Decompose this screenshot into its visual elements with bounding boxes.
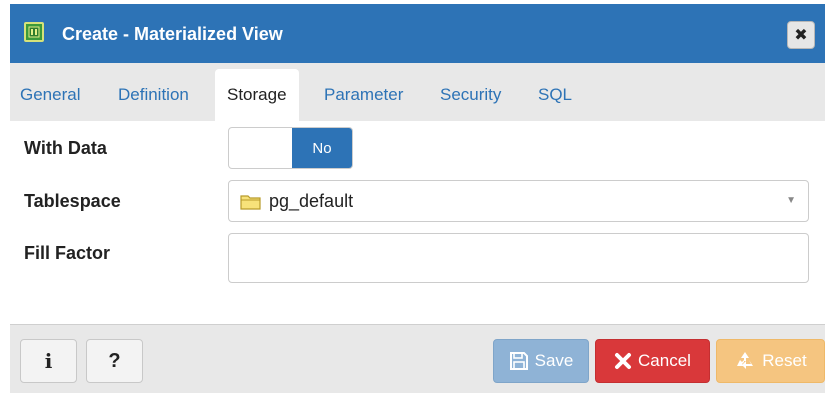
dialog-titlebar: Create - Materialized View ✖ bbox=[10, 4, 825, 63]
tab-definition[interactable]: Definition bbox=[118, 69, 189, 121]
storage-form: With Data No Tablespace pg_default ▼ Fil… bbox=[10, 121, 825, 324]
info-icon: i bbox=[44, 349, 53, 373]
recycle-icon bbox=[734, 350, 756, 372]
fill-factor-input[interactable] bbox=[228, 233, 809, 283]
with-data-toggle[interactable]: No bbox=[228, 127, 353, 169]
chevron-down-icon: ▼ bbox=[786, 195, 796, 206]
tab-bar: General Definition Storage Parameter Sec… bbox=[10, 63, 825, 121]
save-label: Save bbox=[534, 351, 574, 370]
with-data-toggle-value: No bbox=[292, 128, 352, 168]
tablespace-select[interactable]: pg_default ▼ bbox=[228, 180, 809, 222]
with-data-label: With Data bbox=[24, 138, 107, 158]
tab-general[interactable]: General bbox=[20, 69, 80, 121]
help-button[interactable]: ? bbox=[86, 339, 143, 383]
folder-icon bbox=[240, 193, 262, 211]
save-button[interactable]: Save bbox=[493, 339, 589, 383]
close-icon: ✖ bbox=[794, 27, 808, 44]
cancel-button[interactable]: Cancel bbox=[595, 339, 710, 383]
fill-factor-label: Fill Factor bbox=[24, 243, 111, 263]
tablespace-label: Tablespace bbox=[24, 191, 121, 211]
floppy-disk-icon bbox=[509, 351, 529, 371]
tab-sql[interactable]: SQL bbox=[538, 69, 572, 121]
tab-security[interactable]: Security bbox=[440, 69, 501, 121]
help-icon: ? bbox=[108, 349, 121, 372]
create-materialized-view-dialog: Create - Materialized View ✖ General Def… bbox=[10, 4, 825, 393]
tab-storage[interactable]: Storage bbox=[215, 69, 299, 121]
x-icon bbox=[614, 352, 632, 370]
reset-button[interactable]: Reset bbox=[716, 339, 825, 383]
dialog-title: Create - Materialized View bbox=[62, 24, 283, 44]
dialog-footer: i ? Save Cancel Reset bbox=[10, 324, 825, 393]
tablespace-value: pg_default bbox=[269, 191, 354, 211]
tab-parameter[interactable]: Parameter bbox=[324, 69, 403, 121]
cancel-label: Cancel bbox=[638, 351, 691, 370]
close-button[interactable]: ✖ bbox=[787, 21, 815, 49]
reset-label: Reset bbox=[762, 351, 807, 370]
info-button[interactable]: i bbox=[20, 339, 77, 383]
materialized-view-icon bbox=[24, 22, 44, 42]
